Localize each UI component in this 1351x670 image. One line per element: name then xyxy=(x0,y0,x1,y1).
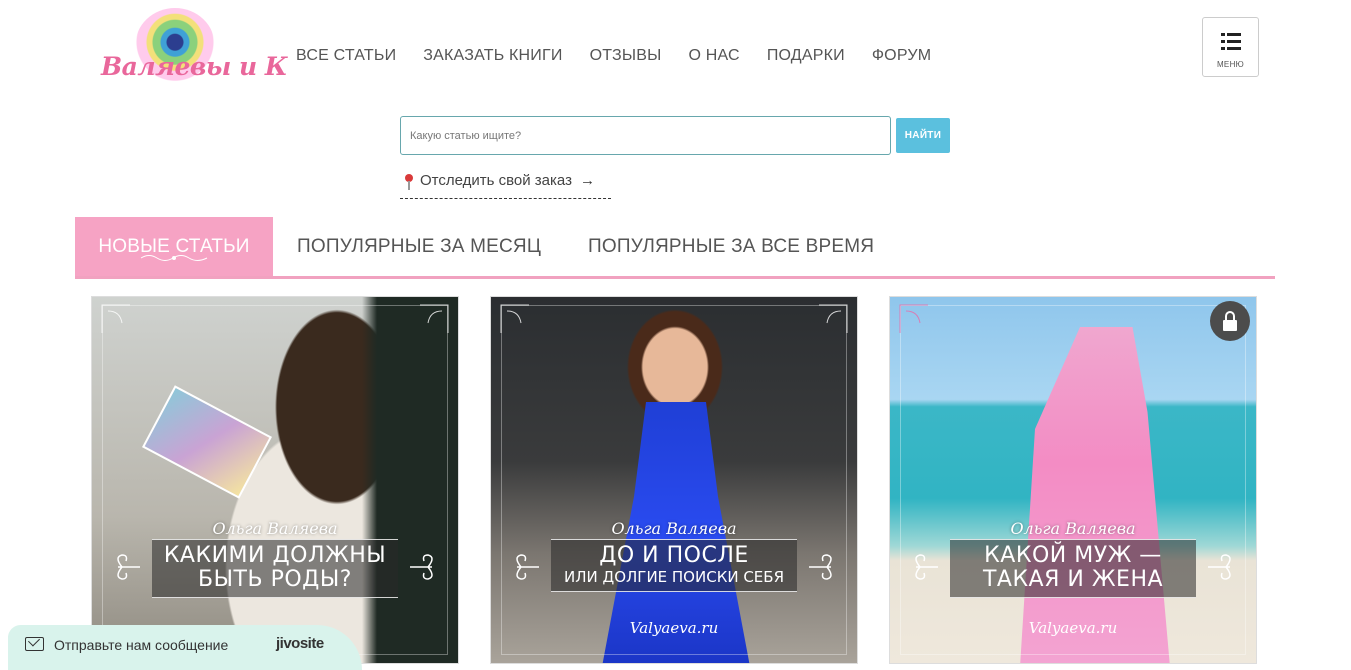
chat-prompt: Отправьте нам сообщение xyxy=(54,637,229,653)
title-line: ТАКАЯ И ЖЕНА xyxy=(982,567,1164,592)
nav-about[interactable]: О НАС xyxy=(688,47,739,65)
site-watermark: Valyaeva.ru xyxy=(1028,619,1118,637)
flourish-ornament-icon xyxy=(140,255,208,261)
article-title: ДО И ПОСЛЕ ИЛИ ДОЛГИЕ ПОИСКИ СЕБЯ xyxy=(551,539,797,592)
title-line: ДО И ПОСЛЕ xyxy=(599,543,749,568)
article-card[interactable]: Ольга Валяева КАКОЙ МУЖ — ТАКАЯ И ЖЕНА V… xyxy=(889,296,1257,664)
list-menu-icon xyxy=(1221,33,1241,51)
corner-ornament-icon xyxy=(499,303,533,337)
arrow-right-icon: → xyxy=(579,172,595,189)
search-input[interactable] xyxy=(401,117,890,154)
title-line: КАКОЙ МУЖ — xyxy=(984,543,1162,568)
main-nav: ВСЕ СТАТЬИ ЗАКАЗАТЬ КНИГИ ОТЗЫВЫ О НАС П… xyxy=(296,47,931,65)
title-line: БЫТЬ РОДЫ? xyxy=(198,567,352,592)
nav-gifts[interactable]: ПОДАРКИ xyxy=(767,47,845,65)
scroll-ornament-icon xyxy=(1208,554,1231,580)
scroll-ornament-icon xyxy=(915,554,938,580)
article-author: Ольга Валяева xyxy=(1010,519,1136,538)
search-button[interactable]: НАЙТИ xyxy=(896,118,950,153)
article-title: КАКОЙ МУЖ — ТАКАЯ И ЖЕНА xyxy=(950,539,1196,598)
article-photo xyxy=(92,297,458,663)
nav-forum[interactable]: ФОРУМ xyxy=(872,47,931,65)
scroll-ornament-icon xyxy=(410,554,433,580)
article-author: Ольга Валяева xyxy=(611,519,737,538)
site-logo[interactable]: Валяевы и К xyxy=(85,6,288,86)
chat-widget[interactable]: Отправьте нам сообщение jivosite xyxy=(8,625,362,670)
tab-new-articles[interactable]: НОВЫЕ СТАТЬИ xyxy=(75,217,273,276)
article-author: Ольга Валяева xyxy=(212,519,338,538)
nav-reviews[interactable]: ОТЗЫВЫ xyxy=(590,47,662,65)
corner-ornament-icon xyxy=(100,303,134,337)
menu-button[interactable]: МЕНЮ xyxy=(1202,17,1259,77)
article-card[interactable]: Ольга Валяева ДО И ПОСЛЕ ИЛИ ДОЛГИЕ ПОИС… xyxy=(490,296,858,664)
tab-popular-month[interactable]: ПОПУЛЯРНЫЕ ЗА МЕСЯЦ xyxy=(297,217,541,276)
locked-badge xyxy=(1210,301,1250,341)
site-header: Валяевы и К ВСЕ СТАТЬИ ЗАКАЗАТЬ КНИГИ ОТ… xyxy=(75,0,1275,110)
site-watermark: Valyaeva.ru xyxy=(629,619,719,637)
nav-order-books[interactable]: ЗАКАЗАТЬ КНИГИ xyxy=(423,47,562,65)
track-order-label: Отследить свой заказ xyxy=(420,172,572,189)
corner-ornament-icon xyxy=(416,303,450,337)
nav-all-articles[interactable]: ВСЕ СТАТЬИ xyxy=(296,47,396,65)
tab-popular-all-time[interactable]: ПОПУЛЯРНЫЕ ЗА ВСЕ ВРЕМЯ xyxy=(588,217,874,276)
mail-icon xyxy=(25,637,44,651)
track-order-link[interactable]: Отследить свой заказ → xyxy=(400,172,611,199)
article-title: КАКИМИ ДОЛЖНЫ БЫТЬ РОДЫ? xyxy=(152,539,398,598)
corner-ornament-icon xyxy=(898,303,932,337)
logo-text: Валяевы и К xyxy=(101,52,288,81)
map-pin-icon xyxy=(404,174,414,190)
title-line: КАКИМИ ДОЛЖНЫ xyxy=(163,543,387,568)
scroll-ornament-icon xyxy=(809,554,832,580)
title-subline: ИЛИ ДОЛГИЕ ПОИСКИ СЕБЯ xyxy=(564,568,784,586)
scroll-ornament-icon xyxy=(516,554,539,580)
search-box xyxy=(400,116,891,155)
menu-label: МЕНЮ xyxy=(1216,60,1245,69)
article-card[interactable]: Ольга Валяева КАКИМИ ДОЛЖНЫ БЫТЬ РОДЫ? xyxy=(91,296,459,664)
chat-brand: jivosite xyxy=(276,635,324,652)
scroll-ornament-icon xyxy=(117,554,140,580)
corner-ornament-icon xyxy=(815,303,849,337)
article-tabs: НОВЫЕ СТАТЬИ ПОПУЛЯРНЫЕ ЗА МЕСЯЦ ПОПУЛЯР… xyxy=(75,217,1275,279)
